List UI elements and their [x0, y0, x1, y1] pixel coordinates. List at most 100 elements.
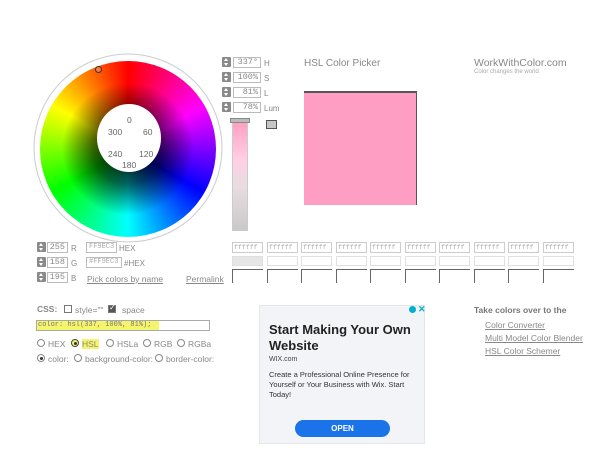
- format-hsl-radio[interactable]: [71, 339, 79, 347]
- take-colors-heading: Take colors over to the: [474, 305, 567, 315]
- red-spinner-icon[interactable]: [37, 242, 46, 252]
- format-rgb-label: RGB: [154, 339, 173, 349]
- palette-hex-field[interactable]: ffffff: [439, 242, 470, 253]
- ad-domain: WIX.com: [269, 356, 298, 363]
- palette-hex-field[interactable]: ffffff: [405, 242, 436, 253]
- palette-swatch[interactable]: [267, 256, 298, 266]
- saturation-label: S: [264, 74, 270, 83]
- format-hsla-radio[interactable]: [106, 339, 114, 347]
- format-rgba-label: RGBa: [188, 339, 212, 349]
- pick-colors-link[interactable]: Pick colors by name: [87, 274, 163, 284]
- color-converter-link[interactable]: Color Converter: [485, 320, 545, 330]
- wheel-label-60: 60: [143, 127, 153, 137]
- palette-swatch[interactable]: [405, 256, 436, 266]
- wheel-label-300: 300: [108, 127, 123, 137]
- palette-swatch-large[interactable]: [336, 269, 367, 283]
- palette-swatch-large[interactable]: [267, 269, 298, 283]
- space-checkbox[interactable]: [108, 303, 116, 313]
- format-rgba-radio[interactable]: [177, 339, 185, 347]
- luminance-label: Lum: [264, 104, 280, 113]
- palette-hex-field[interactable]: ffffff: [301, 242, 332, 253]
- wheel-selector-handle[interactable]: [95, 66, 102, 73]
- palette-swatch[interactable]: [543, 256, 574, 266]
- saturation-field[interactable]: 100%: [233, 72, 261, 83]
- hue-spinner-icon[interactable]: [222, 57, 231, 67]
- lightness-spinner-icon[interactable]: [222, 87, 231, 97]
- format-rgb-radio[interactable]: [143, 339, 151, 347]
- palette-swatch-large[interactable]: [301, 269, 332, 283]
- ad-body: Create a Professional Online Presence fo…: [269, 370, 410, 399]
- css-label: CSS:: [37, 304, 58, 314]
- wheel-label-180: 180: [122, 160, 137, 170]
- palette-swatch[interactable]: [336, 256, 367, 266]
- property-background-radio[interactable]: [74, 354, 82, 362]
- palette-swatch-large[interactable]: [508, 269, 539, 283]
- lightness-label: L: [264, 89, 269, 98]
- space-checkbox-label: space: [122, 305, 145, 315]
- wheel-label-120: 120: [139, 149, 154, 159]
- lightness-field[interactable]: 81%: [233, 87, 261, 98]
- saturation-spinner-icon[interactable]: [222, 72, 231, 82]
- palette-swatch[interactable]: [370, 256, 401, 266]
- palette-swatch[interactable]: [301, 256, 332, 266]
- green-field[interactable]: 158: [47, 257, 68, 268]
- blue-spinner-icon[interactable]: [37, 272, 46, 282]
- property-border-radio[interactable]: [155, 354, 163, 362]
- property-color-radio[interactable]: [37, 354, 45, 362]
- adchoices-icon[interactable]: [409, 306, 416, 313]
- palette-swatch-large[interactable]: [405, 269, 436, 283]
- style-checkbox-label: style="": [75, 305, 104, 315]
- color-blender-link[interactable]: Multi Model Color Blender: [485, 333, 583, 343]
- palette-hex-field[interactable]: ffffff: [543, 242, 574, 253]
- red-label: R: [71, 244, 77, 253]
- css-output-text: color: hsl(337, 100%, 81%);: [37, 321, 159, 330]
- hash-hex-field[interactable]: #FF9EC3: [86, 257, 122, 268]
- palette-swatch-large[interactable]: [439, 269, 470, 283]
- red-field[interactable]: 255: [47, 242, 68, 253]
- palette-hex-field[interactable]: ffffff: [370, 242, 401, 253]
- palette-swatch-large[interactable]: [474, 269, 505, 283]
- format-hex-radio[interactable]: [37, 339, 45, 347]
- palette-swatch[interactable]: [439, 256, 470, 266]
- palette-hex-field[interactable]: ffffff: [474, 242, 505, 253]
- wheel-label-240: 240: [108, 149, 123, 159]
- ad-open-button[interactable]: OPEN: [295, 420, 390, 437]
- hash-hex-label: #HEX: [124, 259, 145, 268]
- palette-hex-field[interactable]: ffffff: [508, 242, 539, 253]
- palette-swatch[interactable]: [474, 256, 505, 266]
- permalink-link[interactable]: Permalink: [186, 274, 224, 284]
- blue-field[interactable]: 195: [47, 272, 68, 283]
- palette-hex-field[interactable]: ffffff: [267, 242, 298, 253]
- green-spinner-icon[interactable]: [37, 257, 46, 267]
- luminance-spinner-icon[interactable]: [222, 102, 231, 112]
- palette-swatch-large[interactable]: [543, 269, 574, 283]
- palette-swatch[interactable]: [508, 256, 539, 266]
- property-background-label: background-color:: [85, 354, 154, 364]
- color-schemer-link[interactable]: HSL Color Schemer: [485, 346, 560, 356]
- format-hsla-label: HSLa: [117, 339, 139, 349]
- hex-field[interactable]: FF9EC3: [86, 242, 117, 253]
- brand-tagline: Color changes the world: [474, 69, 539, 75]
- hue-label: H: [264, 59, 270, 68]
- brand-logo[interactable]: WorkWithColor.com: [474, 57, 567, 69]
- palette-swatch[interactable]: [232, 256, 263, 266]
- lightness-slider[interactable]: [232, 121, 248, 231]
- palette-swatch-large[interactable]: [232, 269, 263, 283]
- palette-swatch-large[interactable]: [370, 269, 401, 283]
- format-hsl-label: HSL: [82, 339, 99, 349]
- gray-swatch[interactable]: [266, 120, 277, 129]
- slider-handle[interactable]: [230, 118, 250, 123]
- palette-hex-field[interactable]: ffffff: [336, 242, 367, 253]
- property-border-label: border-color:: [166, 354, 215, 364]
- luminance-field[interactable]: 78%: [233, 102, 261, 113]
- close-icon[interactable]: ✕: [418, 304, 426, 315]
- format-hex-label: HEX: [48, 339, 66, 349]
- hue-field[interactable]: 337°: [233, 57, 261, 68]
- green-label: G: [71, 259, 78, 268]
- palette-hex-field[interactable]: ffffff: [232, 242, 263, 253]
- ad-title[interactable]: Start Making Your Own Website: [269, 322, 419, 354]
- wheel-label-0: 0: [127, 115, 132, 125]
- style-checkbox[interactable]: [64, 305, 72, 313]
- property-color-label: color:: [48, 354, 69, 364]
- page-title: HSL Color Picker: [304, 58, 381, 69]
